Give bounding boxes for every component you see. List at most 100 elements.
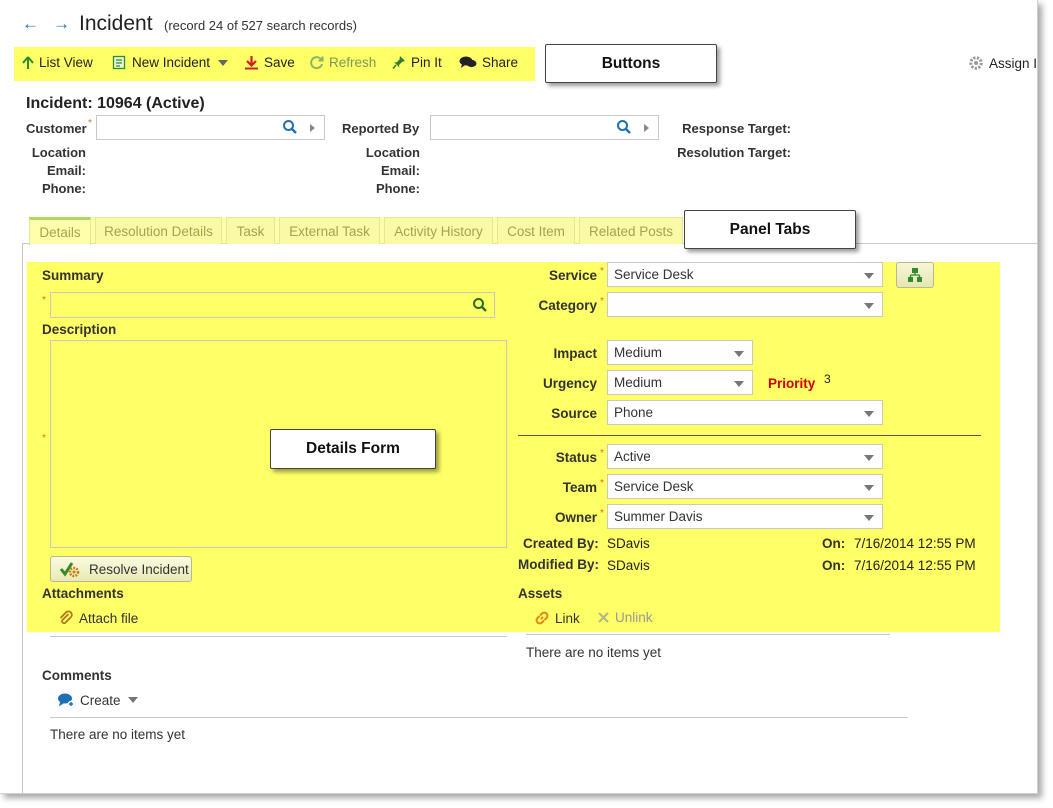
unlink-asset-button[interactable]: Unlink xyxy=(597,610,653,625)
resolve-gear-icon xyxy=(59,562,80,578)
share-chat-icon xyxy=(459,56,477,68)
panel-left-border xyxy=(22,243,23,794)
new-incident-button[interactable]: New Incident xyxy=(112,55,229,70)
save-button[interactable]: Save xyxy=(244,55,295,70)
back-arrow-icon[interactable]: ← xyxy=(22,14,39,34)
refresh-label: Refresh xyxy=(329,55,377,70)
chevron-down-icon[interactable] xyxy=(218,59,229,66)
source-label: Source xyxy=(551,406,597,421)
summary-input[interactable] xyxy=(50,292,495,318)
add-comment-icon xyxy=(58,693,75,708)
hierarchy-icon xyxy=(908,268,922,282)
create-label: Create xyxy=(80,692,121,708)
owner-label: Owner xyxy=(554,510,597,525)
refresh-button[interactable]: Refresh xyxy=(309,55,376,70)
tab-task[interactable]: Task xyxy=(226,217,275,244)
tab-related-posts[interactable]: Related Posts xyxy=(579,217,683,244)
save-down-arrow-icon xyxy=(245,56,258,70)
tab-external-task[interactable]: External Task xyxy=(279,217,380,244)
expand-arrow-icon[interactable] xyxy=(310,124,315,132)
customer-location-label: Location xyxy=(31,145,86,160)
customer-label: Customer xyxy=(26,121,87,136)
status-label: Status xyxy=(555,450,597,465)
search-icon[interactable] xyxy=(282,119,298,135)
forward-arrow-icon[interactable]: → xyxy=(53,14,70,34)
comments-label: Comments xyxy=(42,668,112,683)
status-select[interactable]: Active xyxy=(607,444,883,469)
assets-divider xyxy=(526,634,890,635)
service-label: Service xyxy=(548,268,597,283)
attach-file-link[interactable]: Attach file xyxy=(58,610,138,626)
buttons-callout: Buttons xyxy=(545,44,717,83)
priority-value: 3 xyxy=(824,372,831,386)
share-button[interactable]: Share xyxy=(459,55,518,70)
assign-label: Assign I xyxy=(989,55,1038,71)
tab-details[interactable]: Details xyxy=(29,217,91,245)
service-select[interactable]: Service Desk xyxy=(607,262,883,287)
pin-it-button[interactable]: Pin It xyxy=(392,55,442,70)
required-marker: * xyxy=(600,448,604,459)
share-label: Share xyxy=(482,55,519,70)
response-target-label: Response Target: xyxy=(682,121,791,136)
reporter-email-label: Email: xyxy=(380,163,420,178)
expand-arrow-icon[interactable] xyxy=(644,124,649,132)
team-select[interactable]: Service Desk xyxy=(607,474,883,499)
description-label: Description xyxy=(42,322,117,337)
source-select[interactable]: Phone xyxy=(607,400,883,425)
priority-label: Priority xyxy=(768,376,816,391)
category-label: Category xyxy=(538,298,597,313)
link-icon xyxy=(535,611,549,625)
comments-divider xyxy=(50,717,908,718)
impact-select[interactable]: Medium xyxy=(607,340,753,365)
tab-cost-item[interactable]: Cost Item xyxy=(497,217,575,244)
assets-empty-message: There are no items yet xyxy=(526,645,662,660)
created-on-label: On: xyxy=(822,536,846,551)
summary-label: Summary xyxy=(42,268,104,283)
urgency-label: Urgency xyxy=(542,376,597,391)
reported-by-label: Reported By xyxy=(342,121,420,136)
service-value: Service Desk xyxy=(614,267,694,282)
search-icon[interactable] xyxy=(616,119,632,135)
service-hierarchy-button[interactable] xyxy=(896,262,934,288)
customer-email-label: Email: xyxy=(46,163,86,178)
attach-file-label: Attach file xyxy=(79,610,139,626)
required-marker: * xyxy=(88,118,92,129)
urgency-select[interactable]: Medium xyxy=(607,370,753,395)
attachments-label: Attachments xyxy=(42,586,124,601)
created-by-label: Created By: xyxy=(523,536,599,551)
comments-empty-message: There are no items yet xyxy=(50,727,186,742)
chevron-down-icon xyxy=(864,485,874,491)
owner-select[interactable]: Summer Davis xyxy=(607,504,883,529)
urgency-value: Medium xyxy=(614,375,663,390)
chevron-down-icon xyxy=(864,515,874,521)
assign-button[interactable]: Assign I xyxy=(968,55,1037,71)
team-label: Team xyxy=(562,480,597,495)
link-asset-button[interactable]: Link xyxy=(534,610,580,626)
required-marker: * xyxy=(600,508,604,519)
reporter-location-label: Location xyxy=(365,145,420,160)
reporter-phone-label: Phone: xyxy=(375,181,420,196)
assets-label: Assets xyxy=(518,586,563,601)
resolve-incident-button[interactable]: Resolve Incident xyxy=(50,556,192,582)
details-form-callout: Details Form xyxy=(270,429,436,469)
tab-resolution-details[interactable]: Resolution Details xyxy=(95,217,222,244)
chevron-down-icon[interactable] xyxy=(127,697,138,703)
new-incident-label: New Incident xyxy=(132,55,211,70)
incident-window: ← → Incident (record 24 of 527 search re… xyxy=(0,0,1038,794)
tab-activity-history[interactable]: Activity History xyxy=(384,217,493,244)
refresh-icon xyxy=(310,56,324,70)
list-view-button[interactable]: List View xyxy=(22,55,93,70)
created-by-value: SDavis xyxy=(607,536,650,551)
customer-lookup[interactable] xyxy=(96,115,325,140)
source-value: Phone xyxy=(614,405,654,420)
reported-by-lookup[interactable] xyxy=(430,115,659,140)
create-comment-button[interactable]: Create xyxy=(57,692,138,708)
record-position: (record 24 of 527 search records) xyxy=(164,18,357,33)
required-marker: * xyxy=(600,266,604,277)
search-icon[interactable] xyxy=(472,297,488,313)
modified-on-label: On: xyxy=(822,558,846,573)
panel-tabs-callout: Panel Tabs xyxy=(684,210,856,249)
category-select[interactable] xyxy=(607,292,883,317)
impact-value: Medium xyxy=(614,345,663,360)
customer-phone-label: Phone: xyxy=(41,181,86,196)
